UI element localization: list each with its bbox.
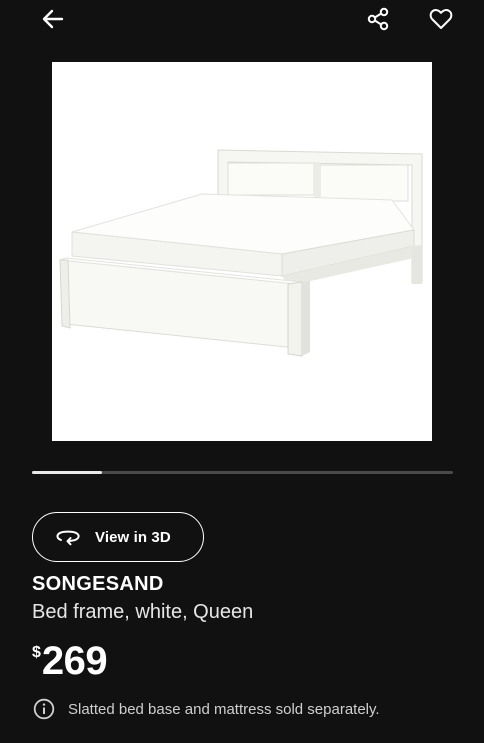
- notice-text: Slatted bed base and mattress sold separ…: [68, 700, 380, 718]
- product-price: $ 269: [32, 639, 108, 683]
- product-name: SONGESAND: [32, 573, 164, 595]
- arrow-left-icon: [42, 9, 64, 29]
- bed-frame-illustration: [59, 149, 423, 357]
- view-in-3d-button[interactable]: View in 3D: [32, 512, 204, 562]
- image-carousel-progress[interactable]: [32, 471, 453, 474]
- info-circle-icon: [33, 698, 55, 720]
- favorite-button[interactable]: [425, 3, 457, 35]
- share-icon: [367, 7, 389, 31]
- availability-notice: Slatted bed base and mattress sold separ…: [33, 697, 380, 721]
- top-bar: [0, 0, 484, 40]
- price-currency: $: [32, 644, 41, 661]
- product-image[interactable]: [52, 62, 432, 441]
- view-in-3d-label: View in 3D: [95, 529, 171, 546]
- carousel-progress-fill: [32, 471, 103, 474]
- share-button[interactable]: [362, 3, 394, 35]
- price-amount: 269: [41, 639, 108, 683]
- rotate-3d-icon: [56, 530, 80, 546]
- product-description: Bed frame, white, Queen: [32, 601, 254, 623]
- back-button[interactable]: [37, 3, 69, 35]
- heart-outline-icon: [429, 9, 453, 29]
